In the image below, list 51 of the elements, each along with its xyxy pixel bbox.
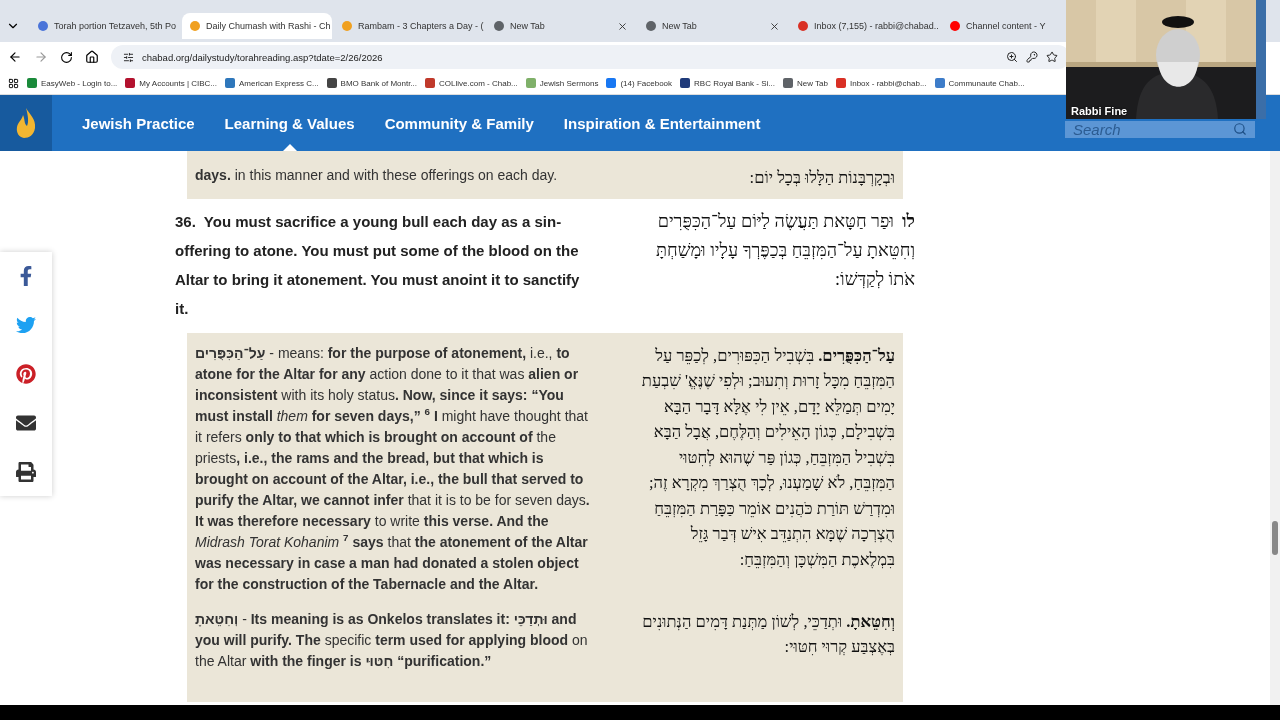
bookmark-item[interactable]: Communaute Chab... bbox=[934, 78, 1025, 88]
browser-tab[interactable]: Daily Chumash with Rashi - Ch bbox=[182, 13, 332, 39]
bookmark-label: New Tab bbox=[796, 78, 828, 88]
verse-text: 36. You must sacrifice a young bull each day as a sin-offering to atone. You must put some of the blood on the Altar to bring it atonement. You must anoint it to sanctify it. bbox=[175, 211, 581, 319]
browser-tab[interactable]: Channel content - Y bbox=[942, 13, 1054, 39]
site-logo[interactable] bbox=[0, 95, 52, 151]
key-icon[interactable] bbox=[1026, 51, 1038, 63]
bookmark-item[interactable]: New Tab bbox=[782, 78, 828, 88]
hebrew-commentary: עַל־הַכִּפֻּרִים. בִּשְׁבִיל הַכִּפּוּרִים, לְכַפֵּר עַל הַמִּזְבֵּחַ מִכָּל זָרוּת וְתִעוּב; וּלְפִי שֶׁנֶּאֱ' שִׁבְעַת יָמִים תְּמַלֵּא יָדָם, אֵין לִי אֶלָּא דָּבָר הַבָּא בִּשְׁבִילָם, כְּגוֹן הָאֵילִים וְהַלֶּחֶם, אֲבָל הַבָּא בִּשְׁבִיל הַמִּזְבֵּחַ, כְּגוֹן פַּר שֶׁהוּא לְחִטּוּי הַמִּזְבֵּחַ, לֹא שָׁמַעְנוּ, לְכָךְ הֻצְרַךְ מִקְרָא זֶה; וּמִדְרַשׁ תּוֹרַת כֹּהֲנִים אוֹמֵר כַּפָּרַת הַמִּזְבֵּחַ הֻצְרְכָה שֶׁמָּא הִתְנַדֵּב אִישׁ דְּבַר גָּזֵל בִּמְלֶאכֶת הַמִּשְׁכָּן וְהַמִּזְבֵּחַ: bbox=[640, 344, 895, 571]
browser-tab[interactable]: New Tab bbox=[638, 13, 788, 39]
pinterest-icon[interactable] bbox=[16, 364, 36, 384]
site-info-icon[interactable] bbox=[123, 51, 134, 63]
bookmark-item[interactable]: (14) Facebook bbox=[606, 78, 673, 88]
hebrew-verse: לו וּפַר חַטָּאת תַּעֲשֶׂה לַיּוֹם עַל־הַכִּפֻּרִים וְחִטֵּאתָ עַל־הַמִּזְבֵּחַ בְּכַפֶּרְךָ עָלָיו וּמָשַׁחְתָּ אֹתוֹ לְקַדְּשׁוֹ: bbox=[655, 209, 915, 291]
bookmark-label: Inbox - rabbi@chab... bbox=[849, 78, 927, 88]
apps-icon[interactable] bbox=[8, 77, 19, 89]
close-icon[interactable] bbox=[769, 20, 780, 32]
bookmark-item[interactable]: COLlive.com - Chab... bbox=[425, 78, 518, 88]
flame-icon bbox=[15, 107, 37, 139]
bookmark-label: My Accounts | CIBC... bbox=[139, 78, 217, 88]
hebrew-commentary: וְחִטֵּאתָ. וּתְדַכֵּי, לְשׁוֹן מַתְּנַת דָּמִים הַנְּתוּנִים בְּאֶצְבַּע קְרוּי חִטּוּי: bbox=[641, 610, 895, 658]
hebrew-commentary: וּבְקָרְבָּנוֹת הַלָּלוּ בְּכָל יוֹם: bbox=[748, 167, 895, 189]
reload-icon[interactable] bbox=[60, 50, 73, 64]
commentary-text: days. in this manner and with these offerings on each day. bbox=[195, 166, 559, 185]
bookmark-label: Communaute Chab... bbox=[948, 78, 1025, 88]
close-icon[interactable] bbox=[617, 20, 628, 32]
nav-link[interactable]: Jewish Practice bbox=[82, 95, 195, 151]
home-icon[interactable] bbox=[85, 50, 99, 64]
bookmark-item[interactable]: BMO Bank of Montr... bbox=[326, 78, 418, 88]
participant-name: Rabbi Fine bbox=[1071, 105, 1128, 117]
nav-link[interactable]: Community & Family bbox=[384, 95, 534, 151]
nav-link[interactable]: Inspiration & Entertainment bbox=[563, 95, 761, 151]
bird-icon[interactable] bbox=[16, 315, 36, 335]
bookmark-label: EasyWeb - Login to... bbox=[41, 78, 118, 88]
forward-icon[interactable] bbox=[34, 50, 48, 64]
bookmark-item[interactable]: My Accounts | CIBC... bbox=[125, 78, 217, 88]
scrollbar-thumb[interactable] bbox=[1272, 521, 1278, 555]
bookmark-star-icon[interactable] bbox=[1046, 51, 1058, 63]
back-icon[interactable] bbox=[8, 50, 22, 64]
bookmark-item[interactable]: Jewish Sermons bbox=[525, 78, 599, 88]
browser-tab[interactable]: New Tab bbox=[486, 13, 636, 39]
bookmark-label: BMO Bank of Montr... bbox=[340, 78, 418, 88]
bookmark-item[interactable]: EasyWeb - Login to... bbox=[27, 78, 118, 88]
printer-icon[interactable] bbox=[16, 462, 36, 482]
bookmark-item[interactable]: Inbox - rabbi@chab... bbox=[835, 78, 927, 88]
bookmark-label: (14) Facebook bbox=[620, 78, 673, 88]
bookmark-label: Jewish Sermons bbox=[539, 78, 599, 88]
envelope-icon[interactable] bbox=[16, 413, 36, 433]
bookmark-label: COLlive.com - Chab... bbox=[439, 78, 518, 88]
zoom-icon[interactable] bbox=[1006, 51, 1018, 63]
search-field[interactable]: Search bbox=[1065, 121, 1255, 138]
